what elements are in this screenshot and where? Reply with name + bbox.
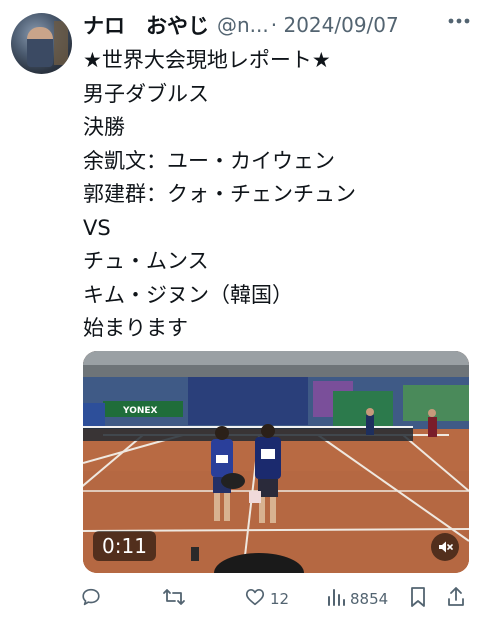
tweet-actions: 12 8854 xyxy=(80,585,474,613)
mute-icon[interactable] xyxy=(431,533,459,561)
view-count: 8854 xyxy=(350,590,389,608)
tweet-line: 始まります xyxy=(83,316,188,340)
author-display-name[interactable]: ナロ おやじ xyxy=(83,10,209,40)
avatar-person xyxy=(27,27,53,67)
tweet-line: 決勝 xyxy=(83,115,125,139)
like-icon xyxy=(244,586,266,612)
tweet-line: 郭建群：クォ・チェンチュン xyxy=(83,182,356,206)
like-button[interactable]: 12 xyxy=(244,585,289,613)
retweet-icon xyxy=(162,586,186,612)
like-count: 12 xyxy=(270,590,290,608)
author-avatar[interactable] xyxy=(11,13,72,74)
tweet-date[interactable]: · 2024/09/07 xyxy=(271,13,399,37)
reply-icon xyxy=(80,586,102,612)
tweet-text: ★世界大会現地レポート★ 男子ダブルス 決勝 余凱文：ユー・カイウェン 郭建群：… xyxy=(83,44,463,346)
sponsor-banner: YONEX xyxy=(122,406,158,416)
views-icon xyxy=(326,586,346,612)
video-player[interactable]: YONEX 0:11 xyxy=(83,351,469,573)
tweet-line: 余凱文：ユー・カイウェン xyxy=(83,148,335,173)
video-duration: 0:11 xyxy=(93,531,156,561)
share-icon xyxy=(446,586,466,612)
avatar-background xyxy=(54,21,68,65)
views-button[interactable]: 8854 xyxy=(326,585,388,613)
tweet-header: ナロ おやじ @n... · 2024/09/07 xyxy=(83,10,470,40)
more-icon[interactable] xyxy=(446,8,472,34)
bookmark-button[interactable] xyxy=(408,585,428,613)
tweet-line: チュ・ムンス xyxy=(83,249,209,273)
reply-button[interactable] xyxy=(80,585,106,613)
tweet-line: ★世界大会現地レポート★ xyxy=(83,48,331,72)
tweet-line: 男子ダブルス xyxy=(83,81,209,106)
share-button[interactable] xyxy=(446,585,466,613)
retweet-button[interactable] xyxy=(162,585,190,613)
tweet-line: キム・ジヌン（韓国） xyxy=(83,282,293,307)
bookmark-icon xyxy=(408,586,428,612)
author-handle[interactable]: @n... xyxy=(217,13,269,37)
tweet-line: VS xyxy=(83,215,111,240)
